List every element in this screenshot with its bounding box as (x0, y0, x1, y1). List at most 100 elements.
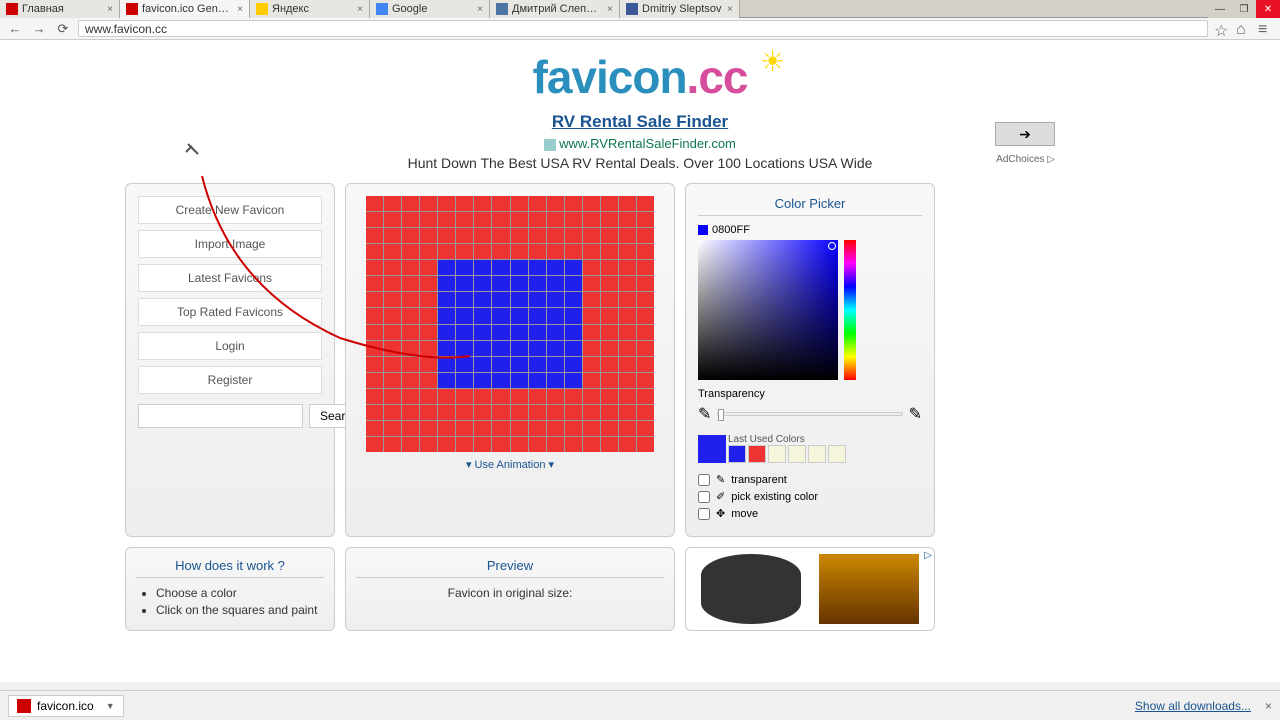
pixel-cell[interactable] (547, 389, 564, 404)
ad-product-1[interactable] (701, 554, 801, 624)
pixel-cell[interactable] (420, 212, 437, 227)
pixel-cell[interactable] (511, 405, 528, 420)
pixel-cell[interactable] (384, 325, 401, 340)
pixel-cell[interactable] (366, 421, 383, 436)
pixel-cell[interactable] (583, 228, 600, 243)
pixel-cell[interactable] (474, 405, 491, 420)
color-swatch[interactable] (768, 445, 786, 463)
pixel-cell[interactable] (366, 373, 383, 388)
pixel-cell[interactable] (492, 437, 509, 452)
pixel-cell[interactable] (583, 276, 600, 291)
search-input[interactable] (138, 404, 303, 428)
pixel-cell[interactable] (547, 357, 564, 372)
pixel-grid[interactable] (366, 196, 654, 452)
pixel-cell[interactable] (474, 437, 491, 452)
pixel-cell[interactable] (456, 292, 473, 307)
pixel-cell[interactable] (456, 389, 473, 404)
pixel-cell[interactable] (547, 325, 564, 340)
pixel-cell[interactable] (511, 373, 528, 388)
pixel-cell[interactable] (366, 292, 383, 307)
pixel-cell[interactable] (438, 389, 455, 404)
tab-close-icon[interactable]: × (237, 4, 243, 15)
slider-thumb[interactable] (718, 409, 724, 421)
pixel-cell[interactable] (547, 244, 564, 259)
pixel-cell[interactable] (619, 228, 636, 243)
pixel-cell[interactable] (420, 276, 437, 291)
pixel-cell[interactable] (619, 196, 636, 211)
window-close-button[interactable]: ✕ (1256, 0, 1280, 18)
pixel-cell[interactable] (583, 212, 600, 227)
pixel-cell[interactable] (438, 212, 455, 227)
pixel-cell[interactable] (565, 308, 582, 323)
color-swatch[interactable] (788, 445, 806, 463)
latest-favicons-button[interactable]: Latest Favicons (138, 264, 322, 292)
pixel-cell[interactable] (529, 260, 546, 275)
pixel-cell[interactable] (366, 357, 383, 372)
tab-close-icon[interactable]: × (477, 4, 483, 15)
pixel-cell[interactable] (601, 405, 618, 420)
pixel-cell[interactable] (456, 228, 473, 243)
pixel-cell[interactable] (601, 389, 618, 404)
pixel-cell[interactable] (456, 421, 473, 436)
pixel-cell[interactable] (637, 244, 654, 259)
pixel-cell[interactable] (366, 228, 383, 243)
pixel-cell[interactable] (384, 421, 401, 436)
pixel-cell[interactable] (402, 373, 419, 388)
pixel-cell[interactable] (474, 357, 491, 372)
pixel-cell[interactable] (529, 389, 546, 404)
pixel-cell[interactable] (619, 260, 636, 275)
import-image-button[interactable]: Import Image (138, 230, 322, 258)
pixel-cell[interactable] (402, 437, 419, 452)
pixel-cell[interactable] (565, 244, 582, 259)
primary-color-swatch[interactable] (698, 435, 726, 463)
pixel-cell[interactable] (565, 325, 582, 340)
pixel-cell[interactable] (438, 373, 455, 388)
pixel-cell[interactable] (420, 437, 437, 452)
pixel-cell[interactable] (456, 212, 473, 227)
pixel-cell[interactable] (583, 244, 600, 259)
downloads-close-icon[interactable]: × (1265, 699, 1272, 713)
browser-tab-2[interactable]: Яндекс× (250, 0, 370, 18)
tab-close-icon[interactable]: × (607, 4, 613, 15)
pixel-cell[interactable] (511, 389, 528, 404)
pixel-cell[interactable] (637, 405, 654, 420)
pixel-cell[interactable] (601, 260, 618, 275)
pixel-cell[interactable] (565, 341, 582, 356)
pixel-cell[interactable] (601, 196, 618, 211)
pixel-cell[interactable] (511, 421, 528, 436)
minimize-button[interactable]: — (1208, 0, 1232, 18)
pixel-cell[interactable] (402, 357, 419, 372)
pixel-cell[interactable] (456, 196, 473, 211)
pixel-cell[interactable] (456, 437, 473, 452)
pixel-cell[interactable] (601, 373, 618, 388)
pixel-cell[interactable] (565, 228, 582, 243)
pixel-cell[interactable] (366, 276, 383, 291)
pixel-cell[interactable] (565, 212, 582, 227)
pixel-cell[interactable] (565, 292, 582, 307)
pixel-cell[interactable] (601, 228, 618, 243)
pixel-cell[interactable] (619, 292, 636, 307)
pixel-cell[interactable] (619, 357, 636, 372)
pixel-cell[interactable] (529, 325, 546, 340)
pixel-cell[interactable] (601, 292, 618, 307)
pixel-cell[interactable] (547, 196, 564, 211)
pixel-cell[interactable] (511, 260, 528, 275)
pixel-cell[interactable] (366, 244, 383, 259)
color-swatch[interactable] (828, 445, 846, 463)
pixel-cell[interactable] (474, 341, 491, 356)
pixel-cell[interactable] (492, 228, 509, 243)
pixel-cell[interactable] (456, 405, 473, 420)
pixel-cell[interactable] (456, 373, 473, 388)
pixel-cell[interactable] (583, 405, 600, 420)
color-swatch[interactable] (748, 445, 766, 463)
create-favicon-button[interactable]: Create New Favicon (138, 196, 322, 224)
pixel-cell[interactable] (619, 212, 636, 227)
pixel-cell[interactable] (637, 212, 654, 227)
pixel-cell[interactable] (547, 292, 564, 307)
pixel-cell[interactable] (456, 276, 473, 291)
pixel-cell[interactable] (565, 276, 582, 291)
pixel-cell[interactable] (529, 421, 546, 436)
pixel-cell[interactable] (384, 437, 401, 452)
pixel-cell[interactable] (384, 212, 401, 227)
pixel-cell[interactable] (402, 260, 419, 275)
